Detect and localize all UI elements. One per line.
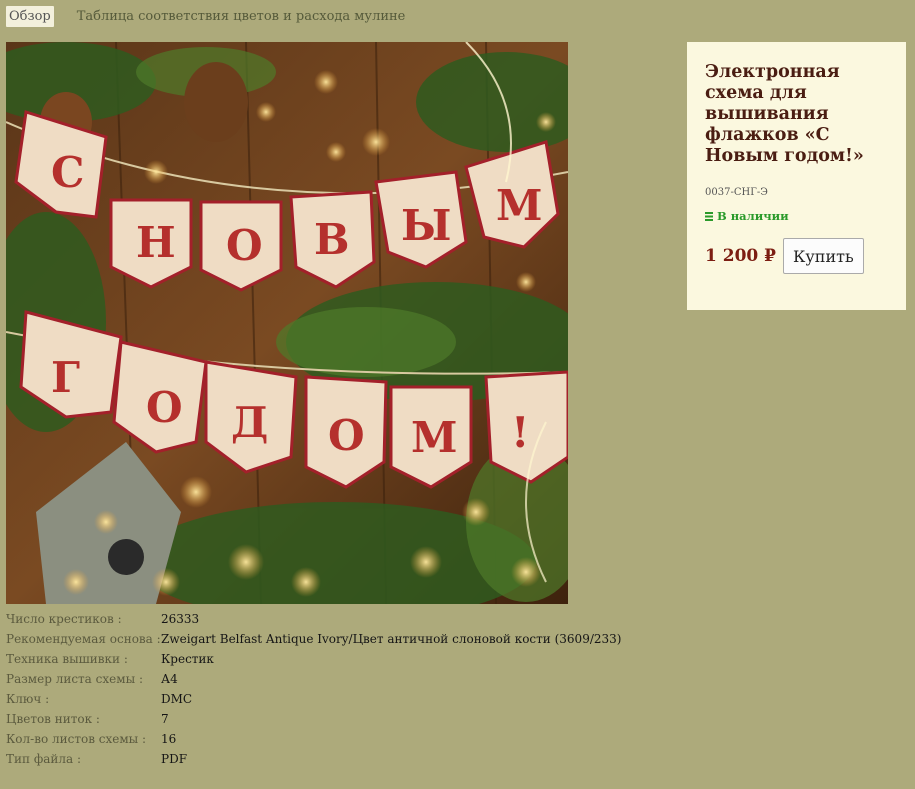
spec-label: Рекомендуемая основа :: [6, 632, 161, 646]
svg-text:Д: Д: [231, 398, 268, 447]
tab-color-table[interactable]: Таблица соответствия цветов и расхода му…: [74, 6, 409, 27]
spec-value: 7: [161, 712, 169, 726]
buy-row: 1 200 ₽ Купить: [705, 238, 888, 274]
spec-row: Ключ : DMC: [6, 690, 621, 710]
svg-text:М: М: [411, 413, 458, 462]
svg-text:О: О: [328, 411, 365, 460]
spec-label: Число крестиков :: [6, 612, 122, 626]
spec-label: Тип файла :: [6, 752, 81, 766]
spec-label: Ключ :: [6, 692, 50, 706]
spec-row: Рекомендуемая основа : Zweigart Belfast …: [6, 630, 621, 650]
tab-overview[interactable]: Обзор: [6, 5, 54, 27]
spec-label: Цветов ниток :: [6, 712, 100, 726]
stock-list-icon: [705, 211, 713, 221]
spec-row: Размер листа схемы : А4: [6, 670, 621, 690]
stock-status: В наличии: [705, 209, 888, 223]
product-sku: 0037-СНГ-Э: [705, 187, 768, 198]
spec-row: Тип файла : PDF: [6, 750, 621, 770]
spec-value: Zweigart Belfast Antique Ivory/Цвет анти…: [161, 632, 622, 646]
spec-row: Число крестиков : 26333: [6, 610, 621, 630]
svg-text:С: С: [51, 148, 84, 197]
spec-row: Техника вышивки : Крестик: [6, 650, 621, 670]
product-price: 1 200 ₽: [705, 246, 776, 266]
product-title: Электронная схема для вышивания флажков …: [705, 62, 864, 166]
spec-value: 26333: [161, 612, 200, 626]
svg-text:О: О: [226, 221, 263, 270]
svg-text:Н: Н: [136, 218, 176, 267]
svg-text:Ы: Ы: [401, 201, 451, 250]
spec-value: PDF: [161, 752, 188, 766]
svg-text:Г: Г: [51, 353, 80, 402]
spec-row: Кол-во листов схемы : 16: [6, 730, 621, 750]
tab-bar: Обзор Таблица соответствия цветов и расх…: [6, 5, 408, 27]
spec-row: Цветов ниток : 7: [6, 710, 621, 730]
spec-label: Размер листа схемы :: [6, 672, 143, 686]
stock-status-label: В наличии: [717, 209, 789, 223]
svg-text:!: !: [511, 408, 529, 457]
spec-value: Крестик: [161, 652, 214, 666]
spec-value: 16: [161, 732, 177, 746]
spec-value: А4: [161, 672, 178, 686]
product-card: Электронная схема для вышивания флажков …: [687, 42, 906, 310]
svg-text:М: М: [496, 181, 543, 230]
spec-value: DMC: [161, 692, 193, 706]
buy-button[interactable]: Купить: [782, 238, 864, 274]
product-image[interactable]: С Н О В Ы М Г О Д О М !: [6, 42, 568, 604]
svg-text:О: О: [146, 383, 183, 432]
product-photo: С Н О В Ы М Г О Д О М !: [6, 42, 568, 604]
spec-label: Кол-во листов схемы :: [6, 732, 147, 746]
svg-text:В: В: [314, 215, 350, 264]
spec-label: Техника вышивки :: [6, 652, 128, 666]
spec-list: Число крестиков : 26333 Рекомендуемая ос…: [6, 610, 621, 770]
